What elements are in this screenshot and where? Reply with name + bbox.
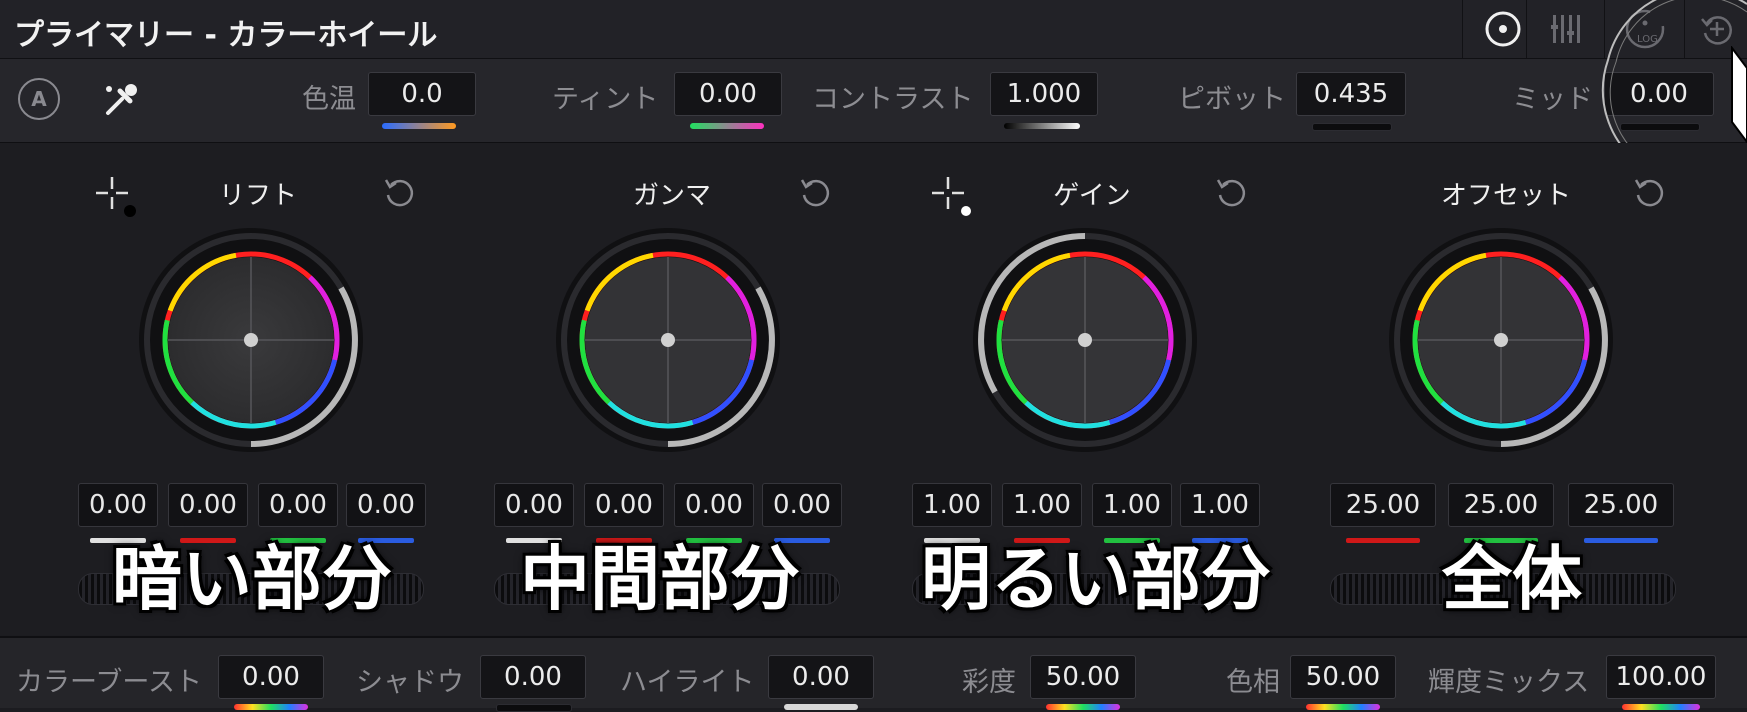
highlight-field[interactable]: 0.00 xyxy=(768,655,874,699)
gain-picker-icon[interactable] xyxy=(928,173,972,217)
shadow-label: シャドウ xyxy=(356,667,464,698)
gamma-y-field[interactable]: 0.00 xyxy=(494,483,574,527)
offset-wheel[interactable] xyxy=(1386,225,1616,455)
middetail-label: ミッド xyxy=(1512,84,1593,115)
offset-title: オフセット xyxy=(1440,181,1572,211)
gamma-title: ガンマ xyxy=(632,181,712,211)
gamma-wheel[interactable] xyxy=(553,225,783,455)
temp-field[interactable]: 0.0 xyxy=(368,72,476,116)
offset-b-bar xyxy=(1584,538,1658,543)
contrast-label: コントラスト xyxy=(812,84,974,115)
offset-caption: 全体 xyxy=(1442,538,1582,620)
saturation-label: 彩度 xyxy=(962,667,1016,698)
auto-balance-label: A xyxy=(31,87,47,111)
lift-reset-icon[interactable] xyxy=(380,173,420,213)
pivot-label: ピボット xyxy=(1178,84,1286,115)
lift-caption: 暗い部分 xyxy=(112,538,392,620)
luma-mix-label: 輝度ミックス xyxy=(1428,667,1590,698)
wheel-mode-icon xyxy=(1485,11,1521,47)
gain-b-field[interactable]: 1.00 xyxy=(1180,483,1260,527)
contrast-gradient-bar xyxy=(1004,123,1080,129)
lift-y-field[interactable]: 0.00 xyxy=(78,483,158,527)
luma-mix-bar xyxy=(1622,704,1700,710)
shadow-field[interactable]: 0.00 xyxy=(480,655,586,699)
lift-g-field[interactable]: 0.00 xyxy=(258,483,338,527)
saturation-bar xyxy=(1046,704,1120,710)
color-wheels-area: リフト 0.00 0.00 0.00 0.00 暗い部分 ガンマ 0.00 0.… xyxy=(0,143,1747,635)
gain-caption: 明るい部分 xyxy=(921,538,1271,620)
luma-mix-field[interactable]: 100.00 xyxy=(1606,655,1716,699)
bottom-adjust-bar: カラーブースト 0.00 シャドウ 0.00 ハイライト 0.00 彩度 50.… xyxy=(0,636,1747,712)
adjust-toolbar: A 色温 0.0 ティント 0.00 コントラスト 1.000 ピボット 0.4… xyxy=(0,59,1747,144)
offset-b-field[interactable]: 25.00 xyxy=(1568,483,1674,527)
gain-title: ゲイン xyxy=(1053,181,1131,211)
gamma-r-field[interactable]: 0.00 xyxy=(584,483,664,527)
bars-mode-icon xyxy=(1551,15,1580,43)
lift-picker-icon[interactable] xyxy=(92,173,136,217)
gain-r-field[interactable]: 1.00 xyxy=(1002,483,1082,527)
tint-label: ティント xyxy=(552,84,659,115)
auto-balance-button[interactable]: A xyxy=(18,78,60,120)
offset-g-field[interactable]: 25.00 xyxy=(1448,483,1554,527)
color-boost-field[interactable]: 0.00 xyxy=(218,655,324,699)
tint-field[interactable]: 0.00 xyxy=(674,72,782,116)
pivot-field[interactable]: 0.435 xyxy=(1296,72,1406,116)
lift-wheel[interactable] xyxy=(136,225,366,455)
hue-label: 色相 xyxy=(1226,667,1280,698)
tint-gradient-bar xyxy=(690,123,764,129)
highlight-bar xyxy=(784,704,858,710)
highlight-label: ハイライト xyxy=(620,667,755,698)
eyedropper-icon[interactable] xyxy=(100,77,144,121)
contrast-field[interactable]: 1.000 xyxy=(990,72,1098,116)
gamma-reset-icon[interactable] xyxy=(796,173,836,213)
temp-label: 色温 xyxy=(302,84,356,115)
shadow-bar xyxy=(496,704,572,712)
panel-header: プライマリー - カラーホイール LOG xyxy=(0,0,1747,59)
gamma-b-field[interactable]: 0.00 xyxy=(762,483,842,527)
gain-reset-icon[interactable] xyxy=(1212,173,1252,213)
gain-g-field[interactable]: 1.00 xyxy=(1092,483,1172,527)
pivot-bar xyxy=(1312,123,1392,131)
gamma-caption: 中間部分 xyxy=(520,538,800,620)
bars-mode-button[interactable] xyxy=(1526,0,1607,58)
gain-wheel[interactable] xyxy=(970,225,1200,455)
offset-r-field[interactable]: 25.00 xyxy=(1330,483,1436,527)
hue-bar xyxy=(1306,704,1380,710)
saturation-field[interactable]: 50.00 xyxy=(1030,655,1136,699)
mouse-pointer-icon xyxy=(1731,46,1747,144)
lift-r-field[interactable]: 0.00 xyxy=(168,483,248,527)
offset-reset-icon[interactable] xyxy=(1630,173,1670,213)
panel-title: プライマリー - カラーホイール xyxy=(14,18,438,53)
gamma-g-field[interactable]: 0.00 xyxy=(674,483,754,527)
color-boost-label: カラーブースト xyxy=(16,667,203,698)
offset-r-bar xyxy=(1346,538,1420,543)
gain-y-field[interactable]: 1.00 xyxy=(912,483,992,527)
hue-field[interactable]: 50.00 xyxy=(1290,655,1396,699)
lift-title: リフト xyxy=(218,181,298,211)
temp-gradient-bar xyxy=(382,123,456,129)
color-boost-bar xyxy=(234,704,308,710)
lift-b-field[interactable]: 0.00 xyxy=(346,483,426,527)
